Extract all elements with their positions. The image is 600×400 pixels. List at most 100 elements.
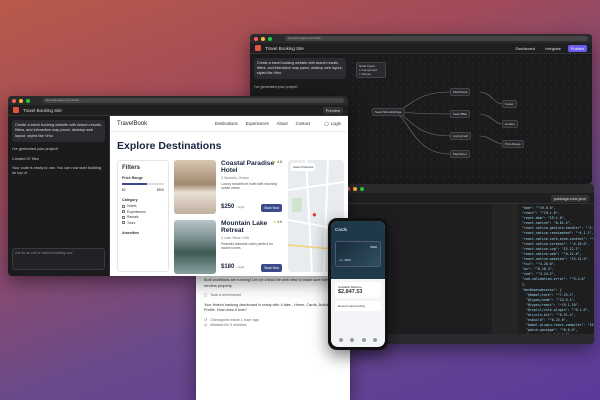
category-checkbox[interactable]: Hotels bbox=[122, 204, 164, 208]
code-line: "react-native-reanimated": "~4.1.1", bbox=[522, 231, 594, 236]
maximize-dot[interactable] bbox=[268, 36, 272, 41]
login-label: Login bbox=[330, 121, 341, 126]
ready-message: Your code is ready to use. You can now s… bbox=[12, 166, 101, 176]
dashboard-button[interactable]: Dashboard bbox=[513, 45, 539, 52]
category-option: Hotels bbox=[127, 204, 137, 208]
agent-chat-window: Both workflows are running! Let me check… bbox=[196, 272, 350, 400]
chat-input[interactable]: Ask for an edit or build something new bbox=[12, 248, 105, 270]
flow-node[interactable]: SearchResultsPage bbox=[372, 108, 405, 116]
price-unit: / night bbox=[236, 205, 245, 209]
rating-value: 4.8 bbox=[277, 160, 282, 164]
flow-node[interactable]: PriceRange bbox=[502, 140, 524, 148]
listing-card[interactable]: ★ 4.8 Coastal Paradise Hotel ⚲ Santorini… bbox=[174, 160, 282, 218]
minimize-dot[interactable] bbox=[19, 98, 23, 103]
pin-icon: ⚲ bbox=[221, 176, 224, 180]
listing-details: ★ 4.8 Coastal Paradise Hotel ⚲ Santorini… bbox=[221, 160, 282, 218]
listing-location: ⚲ Santorini, Greece bbox=[221, 176, 282, 180]
maximize-dot[interactable] bbox=[26, 98, 30, 103]
files-created: Created 47 files bbox=[12, 156, 39, 161]
price-slider[interactable] bbox=[122, 183, 164, 185]
activity-section: Recent Card Activity bbox=[335, 301, 381, 311]
browser-chrome bbox=[342, 184, 594, 193]
profile-tab-icon[interactable] bbox=[373, 338, 378, 342]
maximize-dot[interactable] bbox=[360, 186, 364, 191]
app-toolbar: Travel Booking Site Preview bbox=[8, 105, 348, 116]
flow-node[interactable]: FilterPanel bbox=[450, 88, 471, 96]
chat-message: Your fintech banking dashboard is ready … bbox=[204, 302, 339, 313]
book-now-button[interactable]: Book Now bbox=[261, 204, 282, 212]
screenshot-item[interactable]: ◻ Took a screenshot bbox=[204, 293, 342, 299]
price-label: Price Range bbox=[122, 176, 143, 180]
integrate-button[interactable]: Integrate bbox=[542, 45, 564, 52]
card-number: •••• 4829 bbox=[339, 258, 351, 262]
rating-badge: ★ 4.6 bbox=[273, 220, 282, 224]
amenities-label: Amenities bbox=[122, 230, 140, 235]
flow-canvas[interactable]: Node Types ● Component ● Screen SearchRe… bbox=[350, 54, 592, 184]
file-tree[interactable] bbox=[492, 204, 518, 334]
category-checkbox[interactable]: Tours bbox=[122, 221, 164, 225]
camera-icon: ◻ bbox=[204, 293, 208, 297]
url-bar[interactable]: dev.animaapp.com/chat/... bbox=[285, 36, 588, 41]
pin-icon: ⚲ bbox=[221, 236, 224, 240]
project-title[interactable]: Travel Booking Site bbox=[23, 108, 62, 113]
close-dot[interactable] bbox=[254, 36, 258, 41]
tab-bar bbox=[335, 336, 381, 344]
listing-details: ★ 4.6 Mountain Lake Retreat ⚲ Lake Tahoe… bbox=[221, 220, 282, 276]
minimize-dot[interactable] bbox=[261, 36, 265, 41]
preview-tab[interactable]: Preview bbox=[322, 106, 343, 114]
book-now-button[interactable]: Book Now bbox=[261, 264, 282, 272]
code-view[interactable]: "dom": "^19.0.0", "react": "^19.1.0", "rea… bbox=[518, 204, 594, 334]
flow-node[interactable]: SearchBar bbox=[450, 110, 471, 118]
flow-node[interactable]: ListingCard bbox=[450, 132, 472, 140]
site-nav-links: Destinations Experiences About Contact bbox=[215, 121, 310, 126]
filters-title: Filters bbox=[122, 165, 141, 171]
nav-link[interactable]: Experiences bbox=[246, 121, 269, 126]
price-value: $180 bbox=[221, 264, 235, 270]
app-logo-icon bbox=[255, 45, 261, 51]
site-logo[interactable]: TravelBook bbox=[117, 121, 147, 127]
code-line: "react-native-safe-area-context": "~5.6.… bbox=[522, 236, 594, 241]
checkbox-icon bbox=[122, 221, 125, 224]
category-checkbox[interactable]: Experiences bbox=[122, 210, 164, 214]
listing-card[interactable]: ★ 4.6 Mountain Lake Retreat ⚲ Lake Tahoe… bbox=[174, 220, 282, 276]
file-tab[interactable]: package-lock.json bbox=[550, 194, 589, 202]
close-dot[interactable] bbox=[12, 98, 16, 103]
filter-panel: Filters Price Range $0 $500 Category Hot… bbox=[117, 160, 169, 272]
login-button[interactable]: ◯ Login bbox=[324, 121, 341, 126]
listing-image bbox=[174, 160, 216, 214]
app-toolbar: Travel Booking Site Dashboard Integrate … bbox=[250, 43, 592, 54]
code-line: "react-native-screens": "~4.16.0", bbox=[522, 241, 590, 246]
project-title[interactable]: Travel Booking Site bbox=[265, 46, 304, 51]
activity-tab-icon[interactable] bbox=[361, 338, 366, 342]
nav-link[interactable]: About bbox=[277, 121, 288, 126]
nav-link[interactable]: Destinations bbox=[215, 121, 238, 126]
assistant-status: I've generated your project! bbox=[12, 147, 58, 152]
home-tab-icon[interactable] bbox=[338, 338, 343, 342]
category-option: Experiences bbox=[127, 209, 146, 214]
chat-content: Both workflows are running! Let me check… bbox=[196, 272, 350, 335]
flow-node[interactable]: Header bbox=[502, 120, 518, 128]
category-checkbox[interactable]: Rentals bbox=[122, 215, 164, 219]
flow-node[interactable]: Footer bbox=[502, 100, 517, 108]
cards-tab-icon[interactable] bbox=[350, 338, 355, 342]
nav-link[interactable]: Contact bbox=[296, 121, 310, 126]
balance-value: $2,847.53 bbox=[338, 289, 363, 295]
price-range-values: $0 $500 bbox=[122, 188, 164, 192]
site-preview: TravelBook Destinations Experiences Abou… bbox=[110, 116, 348, 276]
listing-description: Luxury beachfront hotel with stunning oc… bbox=[221, 182, 278, 190]
price-filter: Price Range $0 $500 bbox=[122, 176, 164, 192]
legend-screen-label: Screen bbox=[361, 72, 372, 76]
category-label: Category bbox=[122, 198, 138, 202]
minimize-dot[interactable] bbox=[353, 186, 357, 191]
star-icon: ★ bbox=[273, 220, 277, 224]
flow-node[interactable]: MapPanel bbox=[450, 150, 470, 158]
screenshot-label: Took a screenshot bbox=[210, 293, 241, 297]
map-pin-icon[interactable]: ● bbox=[312, 210, 317, 219]
phone-mockup: Cards VISA •••• 4829 Available Balance $… bbox=[328, 218, 388, 350]
credit-card[interactable]: VISA •••• 4829 bbox=[335, 241, 381, 267]
flow-connectors bbox=[389, 91, 503, 155]
url-bar[interactable]: dev.animaapp.com/chat/... bbox=[43, 98, 344, 103]
publish-button[interactable]: Publish bbox=[567, 44, 587, 52]
site-navbar: TravelBook Destinations Experiences Abou… bbox=[110, 116, 348, 132]
price-min: $0 bbox=[122, 188, 126, 192]
